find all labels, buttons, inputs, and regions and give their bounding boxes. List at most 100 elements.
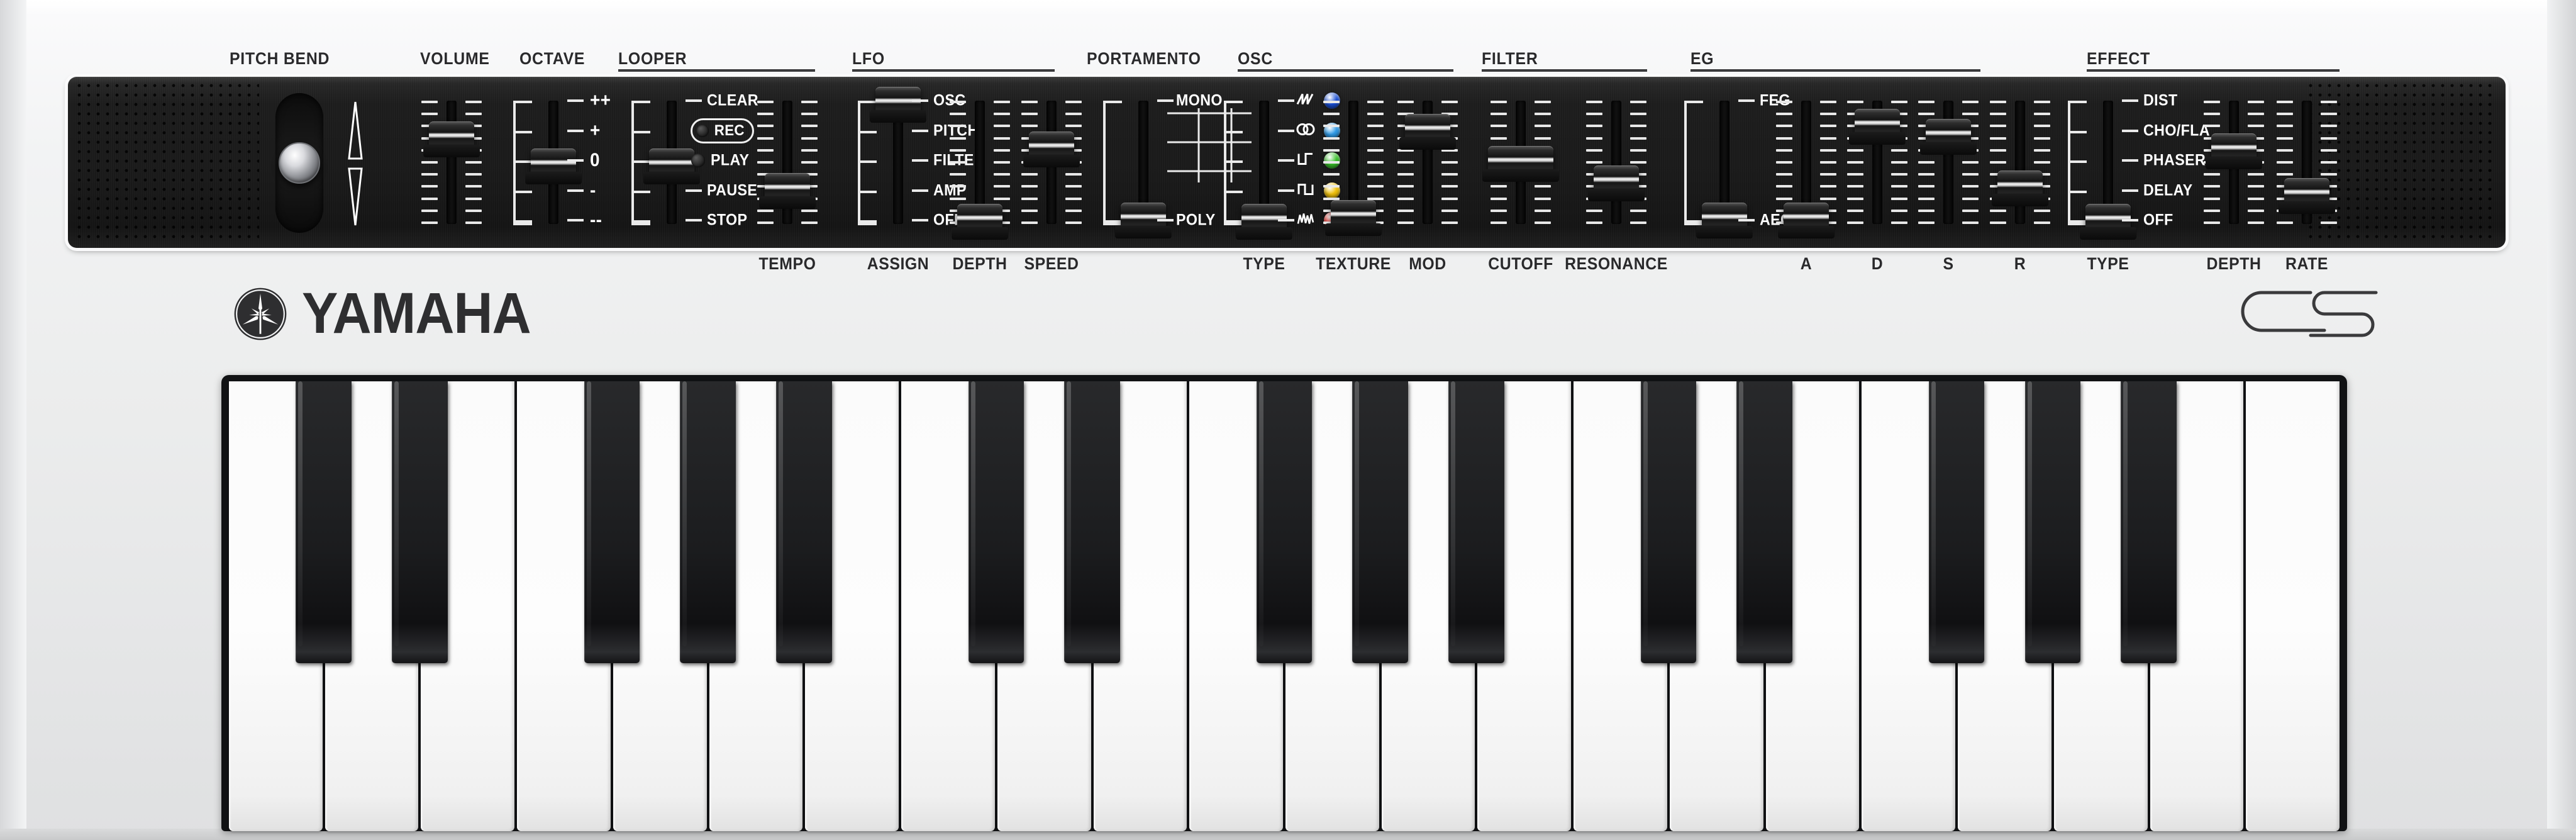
section-label-looper: LOOPER bbox=[618, 49, 687, 68]
fader-cap-eg-d[interactable] bbox=[1849, 109, 1906, 145]
play-led bbox=[691, 154, 705, 167]
fader-cap-eg-target[interactable] bbox=[1696, 203, 1753, 239]
fader-cap-eg-r[interactable] bbox=[1992, 171, 2048, 207]
section-rule-looper bbox=[618, 69, 815, 72]
black-key[interactable] bbox=[2121, 381, 2177, 663]
fader-cap-cutoff[interactable] bbox=[1482, 146, 1559, 182]
black-key[interactable] bbox=[296, 381, 352, 663]
fader-cap-lfo-depth[interactable] bbox=[952, 204, 1008, 240]
fader-cap-portamento[interactable] bbox=[1115, 203, 1172, 239]
control-cutoff[interactable] bbox=[1482, 101, 1559, 224]
fader-cap-tempo[interactable] bbox=[759, 173, 816, 210]
control-tempo[interactable] bbox=[757, 101, 818, 224]
option-label-effect-type-dist[interactable]: DIST bbox=[2143, 92, 2177, 110]
fader-cap-osc-texture[interactable] bbox=[1325, 200, 1382, 237]
control-eg-a[interactable] bbox=[1776, 101, 1836, 239]
switch-step-tick bbox=[1224, 220, 1243, 223]
control-lfo-assign[interactable] bbox=[858, 87, 928, 225]
control-eg-r[interactable] bbox=[1990, 101, 2050, 224]
black-key[interactable] bbox=[968, 381, 1024, 663]
black-key[interactable] bbox=[1352, 381, 1408, 663]
option-label-looper-pause[interactable]: PAUSE bbox=[707, 181, 757, 199]
option-label-octave--[interactable]: - bbox=[590, 180, 596, 201]
control-osc-texture[interactable] bbox=[1323, 101, 1384, 237]
option-label-looper-stop[interactable]: STOP bbox=[707, 211, 747, 230]
option-label-effect-type-delay[interactable]: DELAY bbox=[2143, 181, 2193, 199]
param-label-lfo-depth: DEPTH bbox=[952, 254, 1008, 273]
fader-cap-effect-depth[interactable] bbox=[2206, 133, 2262, 170]
option-label-octave--[interactable]: + bbox=[590, 120, 601, 142]
black-key[interactable] bbox=[1256, 381, 1313, 663]
option-dash bbox=[686, 219, 702, 221]
option-label-octave-0[interactable]: 0 bbox=[590, 150, 600, 171]
switch-bracket bbox=[2068, 101, 2087, 225]
control-eg-d[interactable] bbox=[1847, 101, 1907, 224]
portamento-curve-icon bbox=[1167, 108, 1252, 182]
control-resonance[interactable] bbox=[1586, 101, 1646, 224]
section-label-lfo: LFO bbox=[852, 49, 885, 68]
fader-cap-lfo-speed[interactable] bbox=[1023, 131, 1080, 167]
switch-bracket bbox=[631, 101, 650, 225]
black-key[interactable] bbox=[584, 381, 640, 663]
option-label-looper-clear[interactable]: CLEAR bbox=[707, 92, 758, 110]
black-key[interactable] bbox=[1928, 381, 1985, 663]
fader-cap-osc-mod[interactable] bbox=[1399, 114, 1456, 150]
white-key[interactable] bbox=[2246, 381, 2340, 831]
fader-cap-eg-a[interactable] bbox=[1778, 203, 1835, 239]
fader-cap-volume[interactable] bbox=[423, 121, 480, 157]
switch-step-tick bbox=[2068, 220, 2087, 223]
osc-wave-saw-icon bbox=[1296, 92, 1315, 110]
control-lfo-depth[interactable] bbox=[950, 101, 1010, 240]
fader-cap-looper[interactable] bbox=[643, 148, 700, 184]
option-label-octave--[interactable]: ++ bbox=[590, 90, 611, 111]
black-key[interactable] bbox=[680, 381, 736, 663]
chassis-top-highlight bbox=[0, 0, 2576, 16]
fader-cap-osc-type[interactable] bbox=[1236, 204, 1292, 240]
fader-cap-eg-s[interactable] bbox=[1920, 118, 1977, 155]
control-eg-target[interactable] bbox=[1684, 101, 1755, 239]
option-label-octave--[interactable]: -- bbox=[590, 210, 602, 231]
option-label-looper-play[interactable]: PLAY bbox=[711, 152, 749, 170]
control-lfo-speed[interactable] bbox=[1021, 101, 1082, 224]
control-effect-depth[interactable] bbox=[2204, 101, 2264, 224]
param-label-effect-depth: DEPTH bbox=[2206, 254, 2262, 273]
switch-step-tick bbox=[631, 190, 650, 193]
black-key[interactable] bbox=[1640, 381, 1697, 663]
pitch-bend-knob[interactable] bbox=[279, 142, 320, 184]
black-key[interactable] bbox=[1064, 381, 1120, 663]
black-key[interactable] bbox=[1448, 381, 1504, 663]
fader-cap-effect-type[interactable] bbox=[2080, 204, 2136, 240]
control-effect-type[interactable] bbox=[2068, 101, 2138, 240]
pitch-bend-up-icon bbox=[348, 101, 363, 160]
black-key[interactable] bbox=[1736, 381, 1792, 663]
param-label-cutoff: CUTOFF bbox=[1488, 254, 1553, 273]
black-key[interactable] bbox=[392, 381, 448, 663]
control-octave[interactable] bbox=[513, 101, 584, 225]
param-label-lfo-assign: ASSIGN bbox=[867, 254, 930, 273]
control-volume[interactable] bbox=[421, 101, 482, 224]
option-dash bbox=[686, 99, 702, 102]
switch-step-tick bbox=[2068, 190, 2087, 193]
control-effect-rate[interactable] bbox=[2277, 101, 2337, 224]
option-label-portamento-poly[interactable]: POLY bbox=[1176, 211, 1216, 230]
switch-step-tick bbox=[513, 130, 532, 133]
black-key[interactable] bbox=[2024, 381, 2081, 663]
control-eg-s[interactable] bbox=[1918, 101, 1979, 224]
section-rule-effect bbox=[2087, 69, 2340, 72]
fader-cap-effect-rate[interactable] bbox=[2279, 178, 2335, 215]
option-dash bbox=[1278, 219, 1294, 221]
fader-cap-resonance[interactable] bbox=[1588, 165, 1645, 202]
option-label-effect-type-cho-fla[interactable]: CHO/FLA bbox=[2143, 121, 2210, 140]
control-osc-mod[interactable] bbox=[1397, 101, 1458, 224]
fader-scale-ticks bbox=[1586, 101, 1646, 224]
black-key[interactable] bbox=[776, 381, 832, 663]
option-dash bbox=[567, 129, 584, 132]
control-panel: +++0---CLEARRECPLAYPAUSESTOPOSCPITCHFILT… bbox=[68, 77, 2506, 248]
yamaha-logo: YAMAHA bbox=[233, 281, 531, 345]
option-label-effect-type-off[interactable]: OFF bbox=[2143, 211, 2174, 230]
fader-cap-octave[interactable] bbox=[525, 148, 582, 184]
param-label-resonance: RESONANCE bbox=[1565, 254, 1668, 273]
option-label-effect-type-phaser[interactable]: PHASER bbox=[2143, 152, 2206, 170]
reface-cs-synthesizer: PITCH BEND VOLUME OCTAVE LOOPER LFO PORTAMENT… bbox=[0, 0, 2576, 840]
yamaha-tuning-fork-icon bbox=[234, 288, 287, 340]
